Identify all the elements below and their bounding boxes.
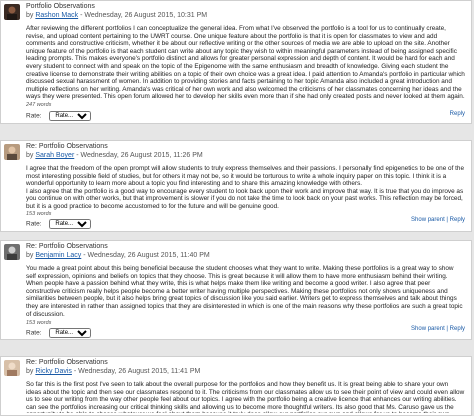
post-body: I agree that the freedom of the open pro… xyxy=(26,165,465,210)
author-link[interactable]: Benjamin Lacy xyxy=(35,252,81,259)
reply-link[interactable]: Reply xyxy=(450,326,465,332)
post-byline: by Benjamin Lacy - Wednesday, 26 August … xyxy=(26,252,210,259)
post-date: - Wednesday, 26 August 2015, 10:31 PM xyxy=(78,12,208,19)
by-label: by xyxy=(26,152,34,159)
author-link[interactable]: Ricky Davis xyxy=(35,368,72,375)
word-count: 153 words xyxy=(26,211,52,217)
post-byline: by Sarah Boyer - Wednesday, 26 August 20… xyxy=(26,152,203,159)
rate-label: Rate: xyxy=(26,112,42,120)
show-parent-link[interactable]: Show parent xyxy=(411,217,445,223)
author-link[interactable]: Rashon Mack xyxy=(35,12,78,19)
post-subject: Portfolio Observations xyxy=(26,3,95,10)
rate-select[interactable]: Rate... xyxy=(49,219,92,229)
post-actions: Reply xyxy=(450,111,465,117)
word-count: 153 words xyxy=(26,320,52,326)
author-link[interactable]: Sarah Boyer xyxy=(35,152,74,159)
rate-select[interactable]: Rate... xyxy=(49,328,92,338)
rating-row: Rate: Rate... xyxy=(26,219,92,229)
forum-post: Portfolio Observations by Rashon Mack - … xyxy=(0,0,472,124)
post-actions: Show parent | Reply xyxy=(411,326,465,332)
by-label: by xyxy=(26,12,34,19)
reply-link[interactable]: Reply xyxy=(450,111,465,117)
post-body: You made a great point about this being … xyxy=(26,265,463,318)
rate-label: Rate: xyxy=(26,220,42,228)
rate-select[interactable]: Rate... xyxy=(49,111,92,121)
word-count: 247 words xyxy=(26,102,52,108)
post-actions: Show parent | Reply xyxy=(411,217,465,223)
by-label: by xyxy=(26,368,34,375)
post-byline: by Ricky Davis - Wednesday, 26 August 20… xyxy=(26,368,200,375)
avatar[interactable] xyxy=(4,244,20,260)
forum-post: Re: Portfolio Observations by Benjamin L… xyxy=(0,240,472,340)
by-label: by xyxy=(26,252,34,259)
rating-row: Rate: Rate... xyxy=(26,328,92,338)
post-body: After reviewing the different portfolios… xyxy=(26,25,465,101)
rate-label: Rate: xyxy=(26,329,42,337)
post-date: - Wednesday, 26 August 2015, 11:26 PM xyxy=(74,152,203,159)
rating-row: Rate: Rate... xyxy=(26,111,92,121)
forum-post: Re: Portfolio Observations by Sarah Boye… xyxy=(0,140,472,232)
avatar[interactable] xyxy=(4,144,20,160)
forum-post: Re: Portfolio Observations by Ricky Davi… xyxy=(0,356,472,416)
post-body: So far this is the first post I've seen … xyxy=(26,381,465,413)
post-byline: by Rashon Mack - Wednesday, 26 August 20… xyxy=(26,12,207,19)
avatar[interactable] xyxy=(4,4,20,20)
post-subject: Re: Portfolio Observations xyxy=(26,243,108,250)
avatar[interactable] xyxy=(4,360,20,376)
post-date: - Wednesday, 26 August 2015, 11:41 PM xyxy=(71,368,201,375)
reply-link[interactable]: Reply xyxy=(450,217,465,223)
post-subject: Re: Portfolio Observations xyxy=(26,143,108,150)
post-subject: Re: Portfolio Observations xyxy=(26,359,108,366)
show-parent-link[interactable]: Show parent xyxy=(411,326,445,332)
post-date: - Wednesday, 26 August 2015, 11:40 PM xyxy=(81,252,210,259)
